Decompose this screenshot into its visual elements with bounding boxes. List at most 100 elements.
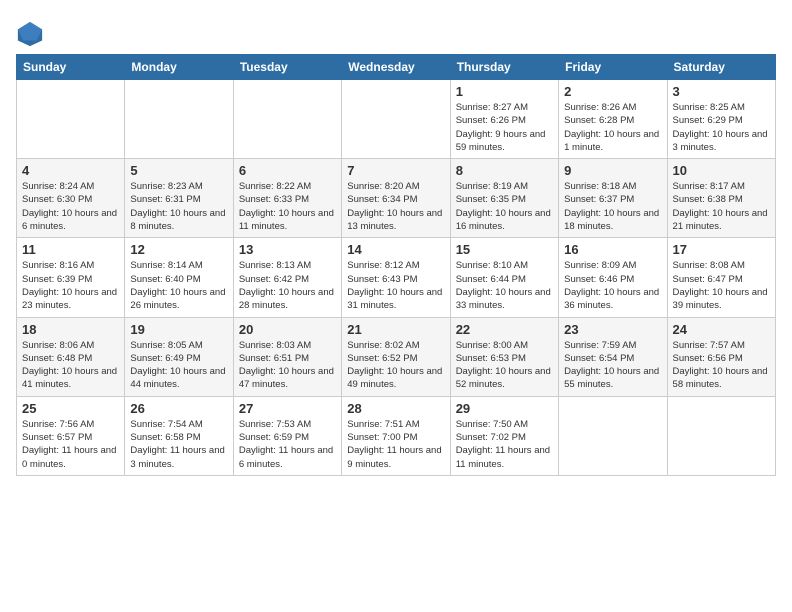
day-number: 26 [130,401,227,416]
weekday-thursday: Thursday [450,55,558,80]
day-cell: 25 Sunrise: 7:56 AM Sunset: 6:57 PM Dayli… [17,396,125,475]
weekday-saturday: Saturday [667,55,775,80]
day-info: Sunrise: 8:10 AM Sunset: 6:44 PM Dayligh… [456,259,553,312]
day-info: Sunrise: 7:56 AM Sunset: 6:57 PM Dayligh… [22,418,119,471]
day-info: Sunrise: 7:54 AM Sunset: 6:58 PM Dayligh… [130,418,227,471]
weekday-friday: Friday [559,55,667,80]
day-info: Sunrise: 8:20 AM Sunset: 6:34 PM Dayligh… [347,180,444,233]
day-number: 29 [456,401,553,416]
day-number: 18 [22,322,119,337]
day-cell: 18 Sunrise: 8:06 AM Sunset: 6:48 PM Dayli… [17,317,125,396]
day-cell [125,80,233,159]
day-info: Sunrise: 8:13 AM Sunset: 6:42 PM Dayligh… [239,259,336,312]
day-cell: 5 Sunrise: 8:23 AM Sunset: 6:31 PM Daylig… [125,159,233,238]
calendar-table: SundayMondayTuesdayWednesdayThursdayFrid… [16,54,776,476]
day-info: Sunrise: 8:05 AM Sunset: 6:49 PM Dayligh… [130,339,227,392]
day-info: Sunrise: 8:06 AM Sunset: 6:48 PM Dayligh… [22,339,119,392]
day-cell: 7 Sunrise: 8:20 AM Sunset: 6:34 PM Daylig… [342,159,450,238]
day-info: Sunrise: 7:51 AM Sunset: 7:00 PM Dayligh… [347,418,444,471]
week-row-3: 11Sunrise: 8:16 AM Sunset: 6:39 PM Dayli… [17,238,776,317]
weekday-monday: Monday [125,55,233,80]
day-number: 23 [564,322,661,337]
day-number: 8 [456,163,553,178]
day-number: 5 [130,163,227,178]
day-cell: 24 Sunrise: 7:57 AM Sunset: 6:56 PM Dayli… [667,317,775,396]
day-number: 21 [347,322,444,337]
day-info: Sunrise: 7:59 AM Sunset: 6:54 PM Dayligh… [564,339,661,392]
day-cell: 26 Sunrise: 7:54 AM Sunset: 6:58 PM Dayli… [125,396,233,475]
weekday-header-row: SundayMondayTuesdayWednesdayThursdayFrid… [17,55,776,80]
day-number: 1 [456,84,553,99]
day-info: Sunrise: 7:57 AM Sunset: 6:56 PM Dayligh… [673,339,770,392]
day-cell: 9 Sunrise: 8:18 AM Sunset: 6:37 PM Daylig… [559,159,667,238]
day-cell: 10 Sunrise: 8:17 AM Sunset: 6:38 PM Dayli… [667,159,775,238]
day-number: 25 [22,401,119,416]
day-info: Sunrise: 8:09 AM Sunset: 6:46 PM Dayligh… [564,259,661,312]
day-number: 16 [564,242,661,257]
day-number: 4 [22,163,119,178]
day-info: Sunrise: 7:53 AM Sunset: 6:59 PM Dayligh… [239,418,336,471]
day-cell: 23 Sunrise: 7:59 AM Sunset: 6:54 PM Dayli… [559,317,667,396]
weekday-tuesday: Tuesday [233,55,341,80]
day-cell: 28 Sunrise: 7:51 AM Sunset: 7:00 PM Dayli… [342,396,450,475]
day-number: 2 [564,84,661,99]
day-info: Sunrise: 8:02 AM Sunset: 6:52 PM Dayligh… [347,339,444,392]
day-cell: 8 Sunrise: 8:19 AM Sunset: 6:35 PM Daylig… [450,159,558,238]
logo-icon [16,20,44,48]
day-number: 19 [130,322,227,337]
day-info: Sunrise: 8:14 AM Sunset: 6:40 PM Dayligh… [130,259,227,312]
day-info: Sunrise: 8:25 AM Sunset: 6:29 PM Dayligh… [673,101,770,154]
day-cell [559,396,667,475]
day-cell: 3 Sunrise: 8:25 AM Sunset: 6:29 PM Daylig… [667,80,775,159]
week-row-5: 25 Sunrise: 7:56 AM Sunset: 6:57 PM Dayli… [17,396,776,475]
day-cell: 16 Sunrise: 8:09 AM Sunset: 6:46 PM Dayli… [559,238,667,317]
week-row-4: 18 Sunrise: 8:06 AM Sunset: 6:48 PM Dayli… [17,317,776,396]
day-number: 20 [239,322,336,337]
day-cell [233,80,341,159]
day-number: 3 [673,84,770,99]
day-info: Sunrise: 8:03 AM Sunset: 6:51 PM Dayligh… [239,339,336,392]
day-number: 14 [347,242,444,257]
day-info: Sunrise: 8:26 AM Sunset: 6:28 PM Dayligh… [564,101,661,154]
day-number: 27 [239,401,336,416]
day-cell: 17Sunrise: 8:08 AM Sunset: 6:47 PM Dayli… [667,238,775,317]
week-row-2: 4 Sunrise: 8:24 AM Sunset: 6:30 PM Daylig… [17,159,776,238]
day-number: 28 [347,401,444,416]
day-cell [667,396,775,475]
day-cell: 4 Sunrise: 8:24 AM Sunset: 6:30 PM Daylig… [17,159,125,238]
day-cell: 14 Sunrise: 8:12 AM Sunset: 6:43 PM Dayli… [342,238,450,317]
day-number: 9 [564,163,661,178]
day-number: 6 [239,163,336,178]
logo [16,20,46,48]
day-cell: 29 Sunrise: 7:50 AM Sunset: 7:02 PM Dayli… [450,396,558,475]
day-info: Sunrise: 8:23 AM Sunset: 6:31 PM Dayligh… [130,180,227,233]
day-info: Sunrise: 7:50 AM Sunset: 7:02 PM Dayligh… [456,418,553,471]
day-number: 11 [22,242,119,257]
day-number: 10 [673,163,770,178]
day-number: 17 [673,242,770,257]
day-info: Sunrise: 8:24 AM Sunset: 6:30 PM Dayligh… [22,180,119,233]
day-info: Sunrise: 8:12 AM Sunset: 6:43 PM Dayligh… [347,259,444,312]
weekday-wednesday: Wednesday [342,55,450,80]
day-cell: 1Sunrise: 8:27 AM Sunset: 6:26 PM Daylig… [450,80,558,159]
header [16,16,776,48]
day-info: Sunrise: 8:19 AM Sunset: 6:35 PM Dayligh… [456,180,553,233]
week-row-1: 1Sunrise: 8:27 AM Sunset: 6:26 PM Daylig… [17,80,776,159]
day-cell: 21 Sunrise: 8:02 AM Sunset: 6:52 PM Dayli… [342,317,450,396]
day-number: 12 [130,242,227,257]
day-cell: 19 Sunrise: 8:05 AM Sunset: 6:49 PM Dayli… [125,317,233,396]
day-cell: 15 Sunrise: 8:10 AM Sunset: 6:44 PM Dayli… [450,238,558,317]
day-number: 13 [239,242,336,257]
day-number: 15 [456,242,553,257]
day-cell [342,80,450,159]
day-info: Sunrise: 8:22 AM Sunset: 6:33 PM Dayligh… [239,180,336,233]
day-cell: 13 Sunrise: 8:13 AM Sunset: 6:42 PM Dayli… [233,238,341,317]
day-cell: 2 Sunrise: 8:26 AM Sunset: 6:28 PM Daylig… [559,80,667,159]
day-number: 24 [673,322,770,337]
day-cell: 12 Sunrise: 8:14 AM Sunset: 6:40 PM Dayli… [125,238,233,317]
day-info: Sunrise: 8:17 AM Sunset: 6:38 PM Dayligh… [673,180,770,233]
day-number: 7 [347,163,444,178]
day-info: Sunrise: 8:18 AM Sunset: 6:37 PM Dayligh… [564,180,661,233]
weekday-sunday: Sunday [17,55,125,80]
day-cell: 27 Sunrise: 7:53 AM Sunset: 6:59 PM Dayli… [233,396,341,475]
